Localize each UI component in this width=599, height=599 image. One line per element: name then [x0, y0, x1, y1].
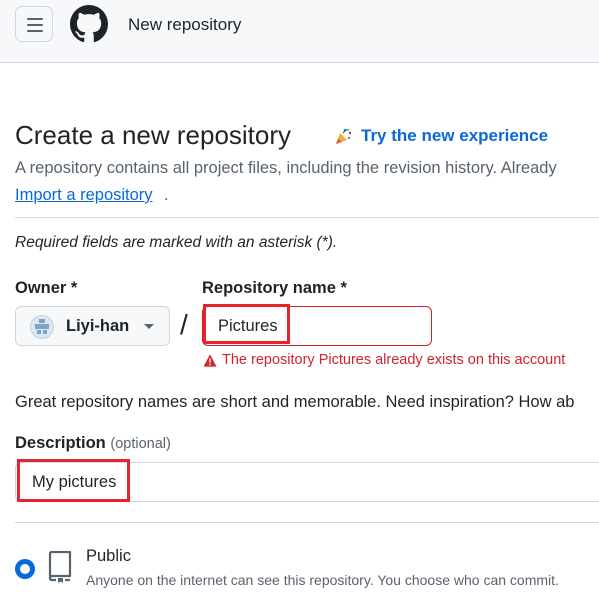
public-option-description: Anyone on the internet can see this repo…	[86, 572, 559, 588]
optional-tag: (optional)	[110, 436, 171, 452]
repository-name-input[interactable]	[202, 306, 432, 346]
hamburger-menu-button[interactable]	[15, 6, 53, 42]
repo-icon	[48, 551, 72, 583]
import-suffix: .	[164, 186, 169, 204]
menu-bar	[27, 18, 43, 20]
menu-bar	[27, 30, 43, 32]
owner-select-button[interactable]: Liyi-han	[15, 306, 170, 346]
owner-repo-separator: /	[180, 309, 188, 340]
page-title: Create a new repository	[15, 120, 292, 150]
alert-icon	[203, 354, 217, 367]
owner-label: Owner *	[15, 279, 78, 297]
owner-name: Liyi-han	[66, 317, 130, 335]
description-label-text: Description	[15, 434, 106, 452]
identicon-icon	[35, 319, 49, 334]
avatar	[30, 315, 54, 339]
top-header: New repository	[0, 0, 599, 63]
divider	[15, 217, 599, 218]
try-new-experience-link[interactable]: Try the new experience	[361, 126, 548, 146]
header-title: New repository	[128, 15, 242, 34]
party-popper-icon	[336, 128, 352, 144]
caret-down-icon	[144, 324, 154, 329]
public-option-label: Public	[86, 547, 131, 565]
description-label: Description (optional)	[15, 434, 171, 453]
import-repository-link[interactable]: Import a repository	[15, 186, 153, 205]
intro-text: A repository contains all project files,…	[15, 159, 557, 177]
description-input[interactable]	[15, 462, 599, 502]
divider	[15, 522, 599, 523]
repo-name-error: The repository Pictures already exists o…	[222, 352, 566, 368]
public-radio[interactable]	[15, 559, 35, 579]
menu-bar	[27, 24, 43, 26]
repo-name-label: Repository name *	[202, 279, 347, 297]
required-fields-note: Required fields are marked with an aster…	[15, 234, 338, 251]
repo-name-hint: Great repository names are short and mem…	[15, 393, 575, 411]
github-mark-icon[interactable]	[70, 5, 108, 43]
